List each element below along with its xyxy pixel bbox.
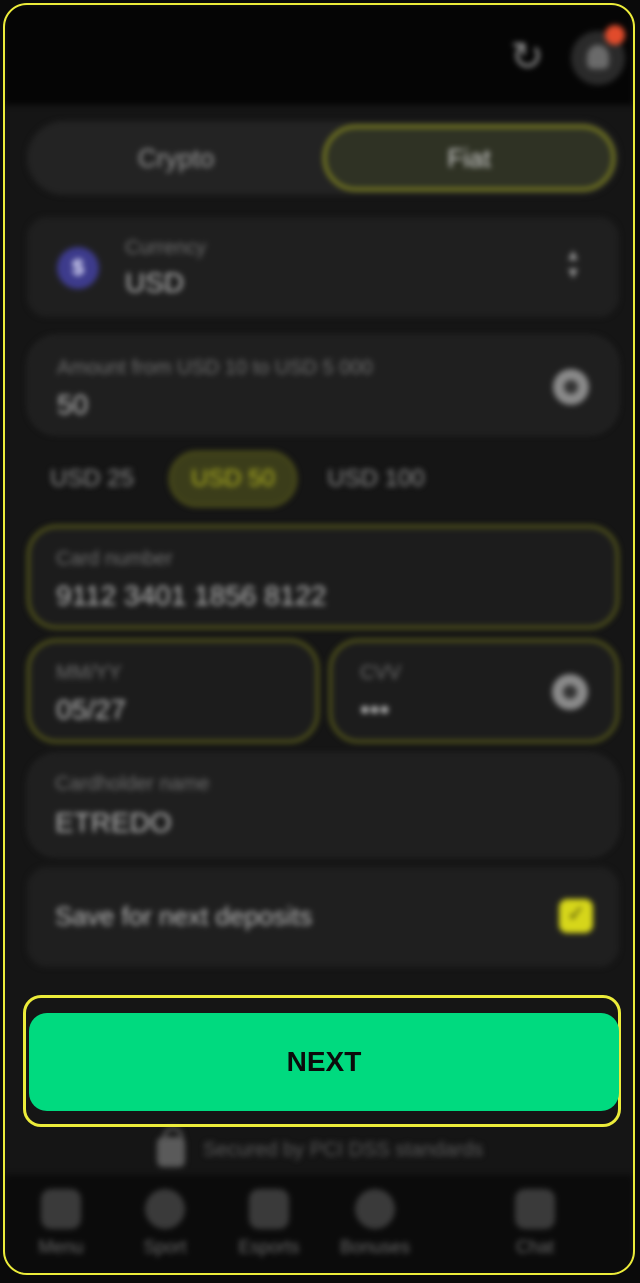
- card-number-label: Card number: [56, 548, 173, 570]
- amount-value: 50: [57, 389, 89, 420]
- expiry-label: MM/YY: [56, 662, 122, 684]
- ball-icon: [145, 1189, 185, 1229]
- payment-type-tabs: Crypto Fiat: [27, 121, 619, 195]
- user-icon: [587, 45, 609, 69]
- amount-label: Amount from USD 10 to USD 5 000: [57, 357, 373, 379]
- next-button[interactable]: NEXT: [29, 1013, 619, 1111]
- menu-grid-icon: [41, 1189, 81, 1229]
- nav-sport[interactable]: Sport: [113, 1189, 217, 1269]
- notification-badge: [605, 25, 625, 45]
- cardholder-label: Cardholder name: [55, 773, 210, 795]
- currency-label: Currency: [125, 237, 207, 259]
- card-number-value: 9112 3401 1856 8122: [56, 580, 327, 611]
- save-for-next-deposits: Save for next deposits: [27, 867, 619, 967]
- cvv-value: •••: [360, 694, 390, 725]
- dollar-coin-icon: $: [57, 247, 99, 289]
- secured-text: Secured by PCI DSS standards: [203, 1139, 484, 1161]
- nav-sport-label: Sport: [143, 1237, 187, 1257]
- nav-menu-label: Menu: [38, 1237, 84, 1257]
- nav-menu[interactable]: Menu: [9, 1189, 113, 1269]
- nav-chat-label: Chat: [515, 1237, 555, 1257]
- save-label: Save for next deposits: [55, 901, 313, 931]
- chevron-up-down-icon: ▲ ▼: [565, 247, 581, 282]
- cardholder-field[interactable]: Cardholder name ETREDO: [27, 753, 619, 857]
- expiry-value: 05/27: [56, 694, 127, 725]
- tab-fiat[interactable]: Fiat: [323, 125, 615, 191]
- gamepad-icon: [249, 1189, 289, 1229]
- cvv-field[interactable]: CVV •••: [329, 639, 619, 743]
- chat-icon: [515, 1189, 555, 1229]
- cvv-info-icon[interactable]: [552, 674, 588, 710]
- phone-frame: ↻ Crypto Fiat $ Currency USD ▲ ▼ Amount f…: [3, 3, 635, 1275]
- info-icon[interactable]: [553, 369, 589, 405]
- cvv-label: CVV: [360, 662, 402, 684]
- quick-amount-25[interactable]: USD 25: [37, 451, 147, 507]
- quick-amount-100[interactable]: USD 100: [315, 451, 437, 507]
- refresh-icon[interactable]: ↻: [505, 35, 549, 79]
- save-checkbox[interactable]: [559, 899, 593, 933]
- tab-crypto[interactable]: Crypto: [31, 125, 321, 191]
- nav-chat[interactable]: Chat: [483, 1189, 587, 1269]
- amount-field[interactable]: Amount from USD 10 to USD 5 000 50: [27, 335, 619, 435]
- nav-esports-label: Esports: [238, 1237, 300, 1257]
- top-bar: ↻: [5, 5, 633, 105]
- nav-esports[interactable]: Esports: [217, 1189, 321, 1269]
- gift-icon: [355, 1189, 395, 1229]
- lock-icon: [157, 1127, 185, 1167]
- cardholder-value: ETREDO: [55, 807, 172, 838]
- nav-bonuses[interactable]: Bonuses: [323, 1189, 427, 1269]
- security-note: Secured by PCI DSS standards: [5, 1127, 633, 1173]
- currency-select[interactable]: $ Currency USD ▲ ▼: [27, 217, 619, 317]
- currency-value: USD: [125, 267, 185, 298]
- quick-amount-50[interactable]: USD 50: [169, 451, 297, 507]
- nav-bonuses-label: Bonuses: [339, 1237, 411, 1257]
- bottom-navigation: Menu Sport Esports Bonuses Chat: [5, 1175, 633, 1273]
- expiry-field[interactable]: MM/YY 05/27: [27, 639, 319, 743]
- card-number-field[interactable]: Card number 9112 3401 1856 8122: [27, 525, 619, 629]
